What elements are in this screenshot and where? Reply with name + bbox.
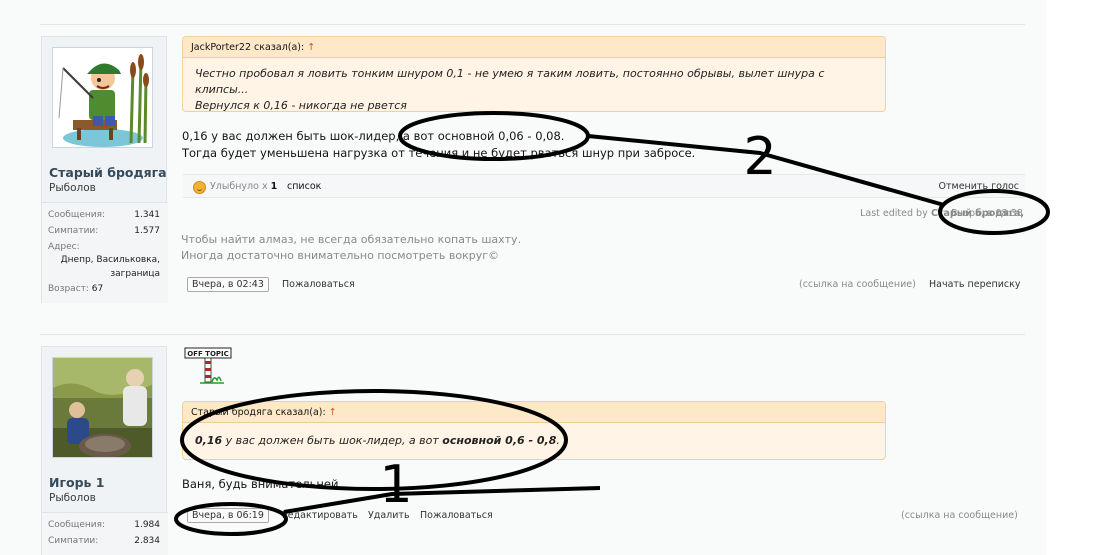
annotation-line-1: [283, 486, 601, 514]
annotation-circle-edit-time: [938, 189, 1050, 235]
annotation-circle-quoted-text: [180, 389, 568, 491]
annotation-overlay: 2 1: [174, 111, 1050, 536]
annotation-circle-quote-value: [398, 111, 590, 161]
annotation-label-1: 1: [379, 455, 412, 515]
annotation-circle-post-time: [174, 502, 288, 536]
annotation-label-2: 2: [743, 127, 776, 187]
